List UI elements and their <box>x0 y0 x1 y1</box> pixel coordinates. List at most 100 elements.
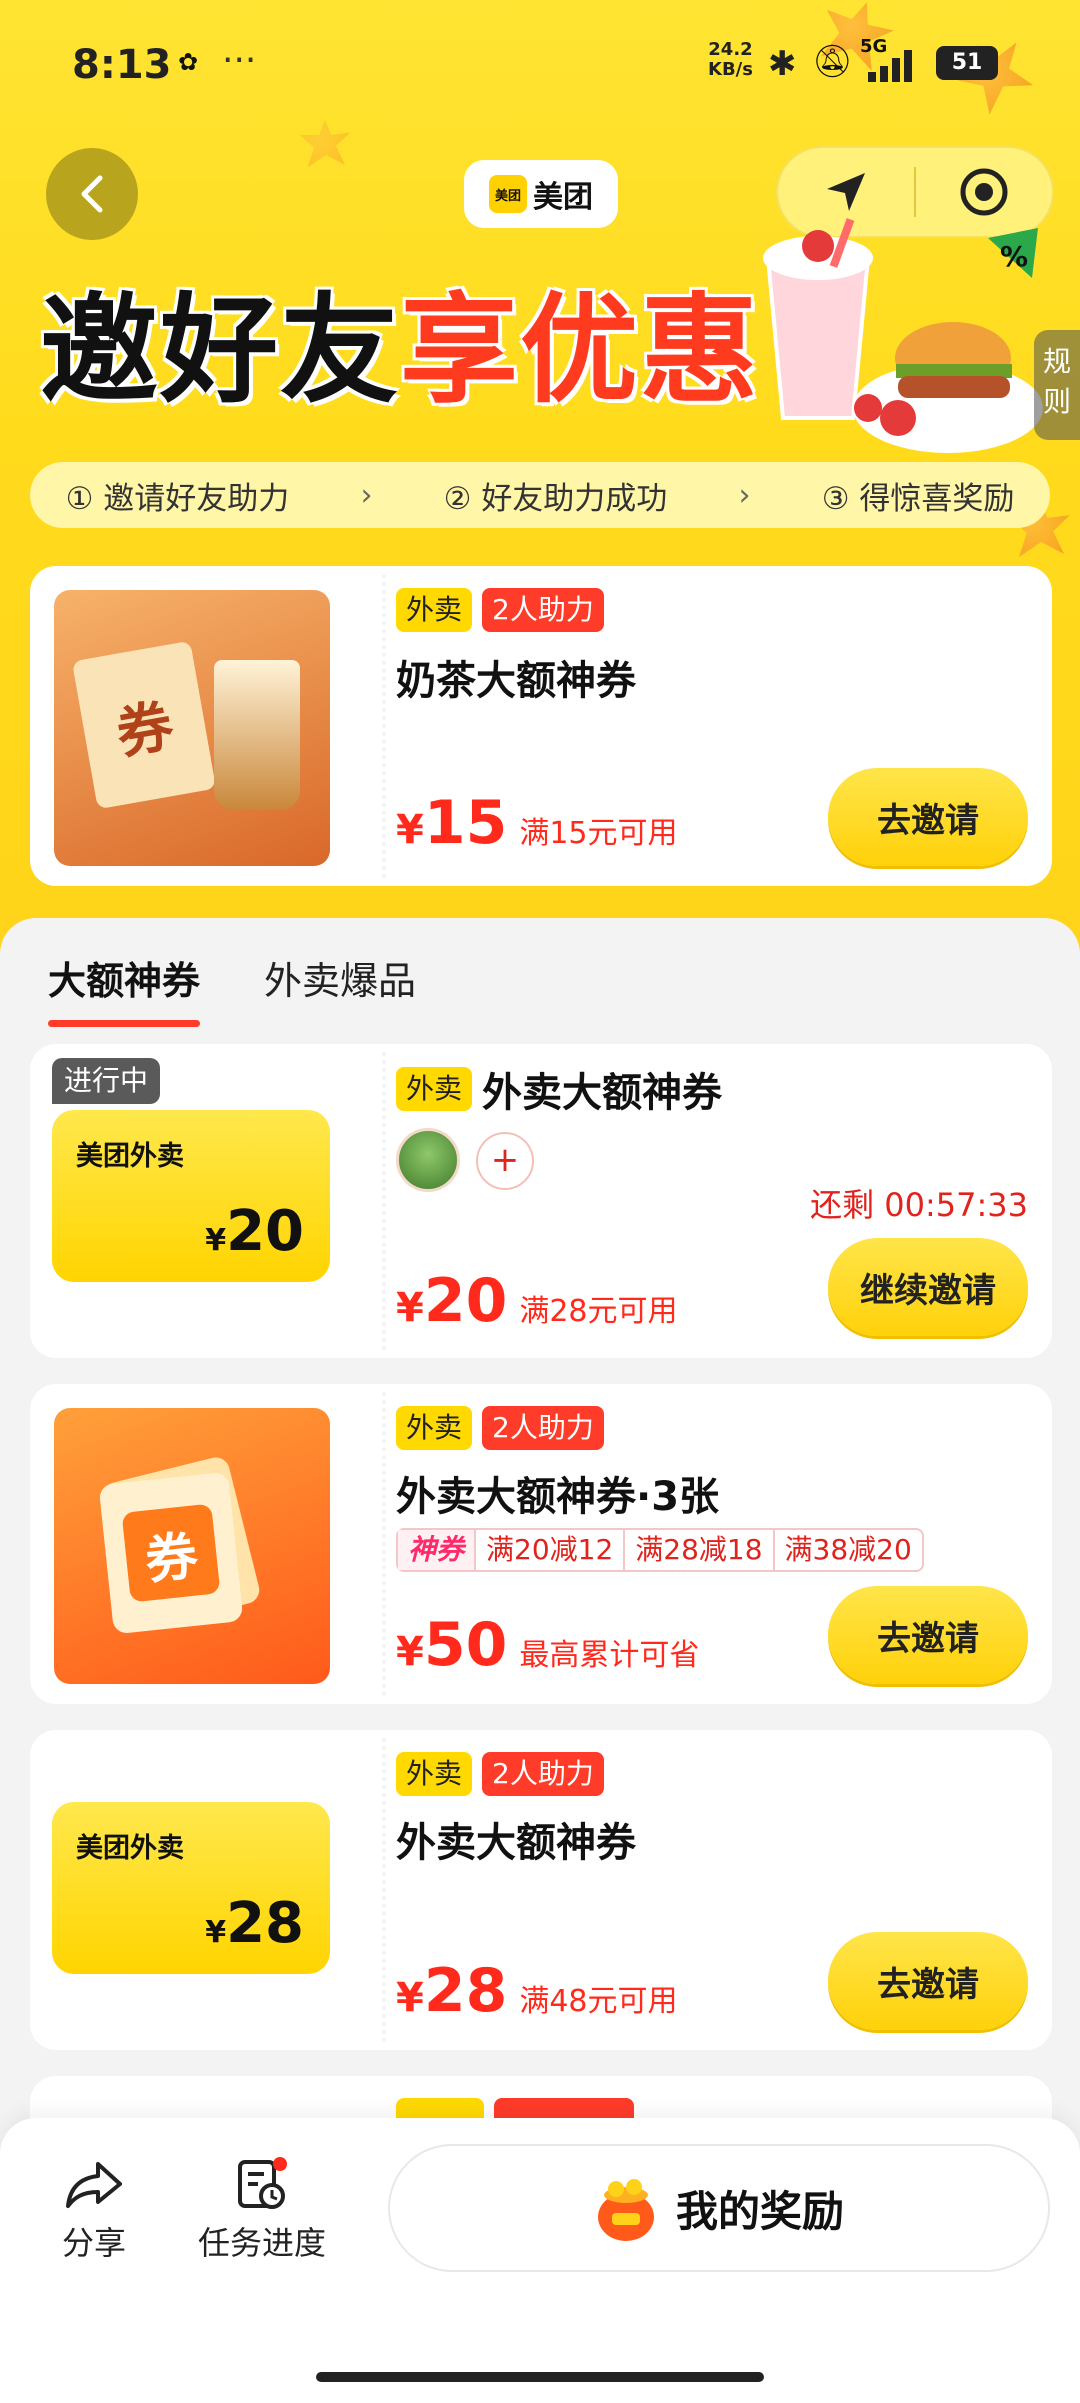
ticket-brand: 美团外卖 <box>76 1833 184 1864</box>
chevron-right-icon: › <box>738 477 751 513</box>
task-progress-icon <box>238 2157 287 2209</box>
coupon-title: 奶茶大额神券 <box>396 658 636 704</box>
helper-avatar <box>396 1128 460 1192</box>
coupon-price: ¥50 最高累计可省 <box>396 1610 699 1680</box>
coupon-card[interactable]: 美团外卖 ¥28 外卖 2人助力 外卖大额神券 ¥28 满48元可用 去邀请 <box>30 1730 1052 2050</box>
coupon-header: 外卖 外卖大额神券 <box>396 1060 722 1118</box>
coupon-tags: 外卖 2人助力 <box>396 1752 614 1796</box>
assist-tag: 2人助力 <box>482 1752 604 1796</box>
step-number: ③ <box>821 480 850 517</box>
my-rewards-label: 我的奖励 <box>675 2186 844 2236</box>
squirrel-icon: ✿ <box>178 48 199 76</box>
price-value: 28 <box>423 1956 508 2026</box>
assist-tag: 2人助力 <box>482 588 604 632</box>
currency-symbol: ¥ <box>205 1223 227 1258</box>
share-label: 分享 <box>62 2224 127 2262</box>
assist-tag: 2人助力 <box>482 1406 604 1450</box>
back-button[interactable] <box>46 148 138 240</box>
tab-hot-items[interactable]: 外卖爆品 <box>264 950 416 1005</box>
featured-coupon-card[interactable]: 券 外卖 2人助力 奶茶大额神券 ¥15 满15元可用 去邀请 <box>30 566 1052 886</box>
ticket-brand: 美团外卖 <box>76 1141 184 1172</box>
currency-symbol: ¥ <box>396 807 424 853</box>
coupon-price: ¥20 满28元可用 <box>396 1266 678 1336</box>
coupon-title: 外卖大额神券 <box>482 1070 723 1116</box>
invite-button[interactable]: 去邀请 <box>828 1932 1028 2030</box>
card-divider <box>382 1052 386 1350</box>
step-3: ③ 得惊喜奖励 <box>822 473 1015 518</box>
headline-part-red: 享优惠 <box>400 281 761 419</box>
ticket-amount: ¥28 <box>205 1891 304 1956</box>
step-label: 好友助力成功 <box>481 480 668 517</box>
coupon-breakdown-item: 满20减12 <box>476 1530 626 1570</box>
step-number: ② <box>443 480 472 517</box>
category-tag: 外卖 <box>396 588 473 632</box>
card-divider <box>382 574 386 878</box>
category-tag: 外卖 <box>396 1067 473 1111</box>
currency-symbol: ¥ <box>396 1975 424 2021</box>
step-label: 得惊喜奖励 <box>859 480 1015 517</box>
signal-icon <box>868 50 912 82</box>
currency-symbol: ¥ <box>396 1629 424 1675</box>
mute-icon: 🔕︎ <box>812 42 853 80</box>
coupon-title: 外卖大额神券·3张 <box>396 1474 720 1520</box>
headline-part-black: 邀好友 <box>40 281 401 419</box>
svg-text:%: % <box>1000 240 1028 273</box>
task-progress-button[interactable]: 任务进度 <box>198 2156 326 2264</box>
milk-tea-cup <box>214 660 300 810</box>
continue-invite-button[interactable]: 继续邀请 <box>828 1238 1028 1336</box>
amount-value: 28 <box>226 1891 304 1956</box>
coupon-price: ¥15 满15元可用 <box>396 788 678 858</box>
super-coupon-badge: 神券 <box>398 1530 477 1570</box>
milk-tea-coupon-image: 券 <box>54 590 330 866</box>
coupon-title: 外卖大额神券 <box>396 1820 636 1866</box>
coupon-tabs: 大额神券 外卖爆品 <box>48 950 416 1027</box>
amount-value: 20 <box>226 1199 304 1264</box>
task-progress-label: 任务进度 <box>198 2224 327 2262</box>
ticket-amount: ¥20 <box>205 1199 304 1264</box>
food-illustration: % <box>763 218 1043 453</box>
category-tag: 外卖 <box>396 1752 473 1796</box>
coupon-breakdown-item: 满38减20 <box>784 1533 912 1566</box>
invite-button[interactable]: 去邀请 <box>828 1586 1028 1684</box>
network-speed: 24.2 KB/s <box>708 40 753 80</box>
speed-value: 24.2 <box>708 39 753 60</box>
chevron-left-icon <box>81 175 103 213</box>
price-condition: 满48元可用 <box>519 1984 678 2019</box>
currency-symbol: ¥ <box>396 1285 424 1331</box>
coupon-ticket: 美团外卖 ¥28 <box>52 1802 330 1974</box>
share-button[interactable]: 分享 <box>62 2156 126 2264</box>
treasure-pot-icon <box>597 2179 654 2241</box>
coupon-price: ¥28 满48元可用 <box>396 1956 678 2026</box>
coupon-breakdown: 神券 满20减12 满28减18 满38减20 <box>396 1528 924 1572</box>
battery-indicator: 51 <box>936 46 998 80</box>
price-condition: 满15元可用 <box>519 816 678 851</box>
coupon-stack-front: 券 <box>98 1471 244 1635</box>
chevron-right-icon: › <box>360 477 373 513</box>
target-icon <box>960 168 1008 216</box>
step-1: ① 邀请好友助力 <box>66 473 290 518</box>
coupon-glyph: 券 <box>121 1503 221 1603</box>
coupon-card[interactable]: 美团外卖 ¥20 外卖 外卖大额神券 + 还剩 00:57:33 ¥20 满28元… <box>30 1044 1052 1358</box>
bluetooth-icon: ✱ <box>768 44 797 84</box>
speed-unit: KB/s <box>708 59 753 80</box>
invite-button[interactable]: 去邀请 <box>828 768 1028 866</box>
coupon-breakdown-item: 满28减18 <box>625 1530 775 1570</box>
coupon-ticket: 美团外卖 ¥20 <box>52 1110 330 1282</box>
status-bar: 8:13 ✿ ··· 24.2 KB/s ✱ 🔕︎ 5G 51 <box>0 30 1080 100</box>
price-condition: 最高累计可省 <box>519 1638 700 1673</box>
tab-big-coupons[interactable]: 大额神券 <box>48 950 201 1027</box>
add-helper-button[interactable]: + <box>476 1132 534 1190</box>
step-2: ② 好友助力成功 <box>444 473 668 518</box>
in-progress-badge: 进行中 <box>52 1058 161 1104</box>
home-indicator[interactable] <box>316 2372 764 2382</box>
price-value: 50 <box>423 1610 508 1680</box>
rules-tab[interactable]: 规则 <box>1034 330 1080 440</box>
card-divider <box>382 1392 386 1696</box>
price-condition: 满28元可用 <box>519 1294 678 1329</box>
price-value: 20 <box>423 1266 508 1336</box>
price-value: 15 <box>423 788 508 858</box>
my-rewards-button[interactable]: 我的奖励 <box>388 2144 1050 2272</box>
navigation-arrow-icon <box>827 173 865 211</box>
meituan-logo-text: 美团 <box>533 180 593 215</box>
step-number: ① <box>65 480 94 517</box>
